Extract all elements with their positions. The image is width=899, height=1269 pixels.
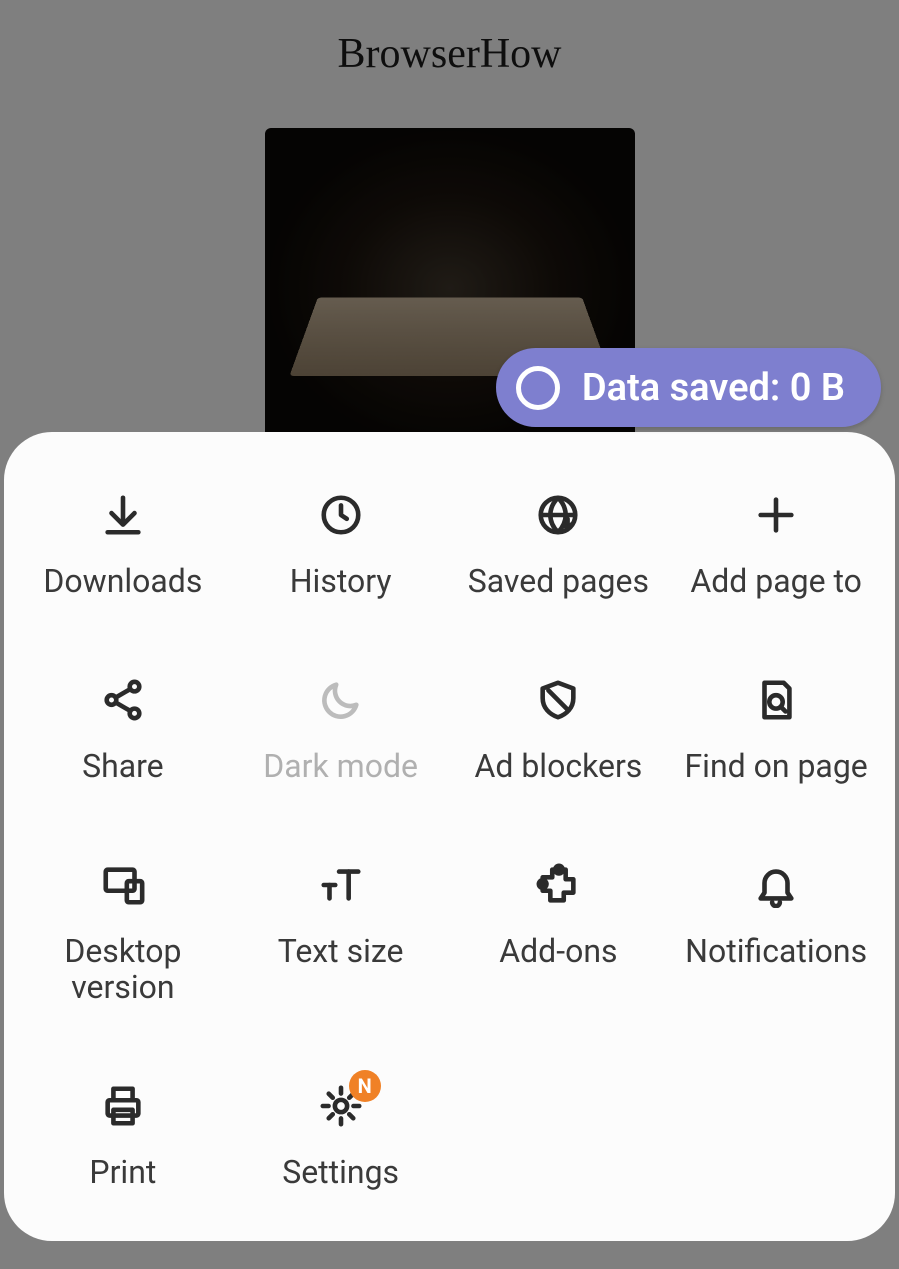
share-icon — [95, 672, 151, 728]
saved-pages-button[interactable]: Saved pages — [450, 487, 668, 600]
shield-slash-icon — [530, 672, 586, 728]
menu-label: Downloads — [43, 563, 202, 600]
menu-label: Settings — [282, 1154, 399, 1191]
gear-icon: N — [313, 1078, 369, 1134]
menu-grid: Downloads History Saved pages Add page t… — [14, 487, 885, 1191]
globe-download-icon — [530, 487, 586, 543]
plus-icon — [748, 487, 804, 543]
share-button[interactable]: Share — [14, 672, 232, 785]
history-button[interactable]: History — [232, 487, 450, 600]
menu-label: Add-ons — [499, 933, 617, 970]
puzzle-icon — [530, 857, 586, 913]
add-page-to-button[interactable]: Add page to — [667, 487, 885, 600]
notification-badge: N — [349, 1070, 381, 1102]
menu-label: History — [290, 563, 392, 600]
menu-label: Saved pages — [468, 563, 649, 600]
text-size-button[interactable]: Text size — [232, 857, 450, 1007]
menu-label: Share — [82, 748, 164, 785]
desktop-version-button[interactable]: Desktop version — [14, 857, 232, 1007]
text-size-icon — [313, 857, 369, 913]
moon-icon — [313, 672, 369, 728]
desktop-icon — [95, 857, 151, 913]
progress-ring-icon — [516, 366, 560, 410]
ad-blockers-button[interactable]: Ad blockers — [450, 672, 668, 785]
settings-button[interactable]: N Settings — [232, 1078, 450, 1191]
clock-icon — [313, 487, 369, 543]
menu-label: Notifications — [685, 933, 867, 970]
downloads-button[interactable]: Downloads — [14, 487, 232, 600]
menu-sheet: Downloads History Saved pages Add page t… — [4, 432, 895, 1241]
find-on-page-button[interactable]: Find on page — [667, 672, 885, 785]
download-icon — [95, 487, 151, 543]
menu-label: Ad blockers — [474, 748, 642, 785]
menu-label: Desktop version — [14, 933, 232, 1007]
find-on-page-icon — [748, 672, 804, 728]
menu-label: Print — [89, 1154, 156, 1191]
menu-label: Find on page — [684, 748, 867, 785]
dark-mode-button[interactable]: Dark mode — [232, 672, 450, 785]
menu-label: Dark mode — [263, 748, 418, 785]
data-saved-pill[interactable]: Data saved: 0 B — [496, 348, 881, 427]
notifications-button[interactable]: Notifications — [667, 857, 885, 1007]
menu-label: Add page to — [690, 563, 862, 600]
menu-label: Text size — [278, 933, 404, 970]
print-button[interactable]: Print — [14, 1078, 232, 1191]
add-ons-button[interactable]: Add-ons — [450, 857, 668, 1007]
printer-icon — [95, 1078, 151, 1134]
data-saved-label: Data saved: 0 B — [582, 366, 845, 410]
bell-icon — [748, 857, 804, 913]
